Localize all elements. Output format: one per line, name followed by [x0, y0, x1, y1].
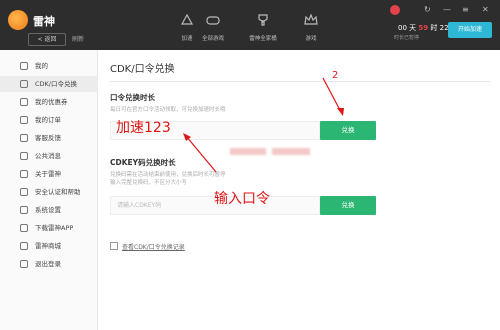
sidebar: 我的 CDK/口令兑换 我的优惠券 我的订单 客服反馈 公共消息 关于雷神 安全… [0, 50, 98, 330]
nav-label: 全部游戏 [201, 36, 224, 42]
order-icon [20, 116, 28, 124]
record-checkbox[interactable] [110, 242, 118, 250]
sidebar-item-support[interactable]: 客服反馈 [0, 130, 98, 146]
shop-icon [20, 242, 28, 250]
timer-days: 00 [398, 24, 407, 32]
sidebar-item-cdk[interactable]: CDK/口令兑换 [0, 76, 98, 92]
minimize-icon[interactable]: — [443, 5, 451, 14]
timer-status-label: 时长已暂停 [394, 35, 420, 41]
section-cdkey-desc-1: 兑换码需在活动结束前使用，兑换后时长可暂停 [110, 172, 226, 178]
headset-icon [20, 134, 28, 142]
refresh-icon[interactable]: ↻ [424, 5, 431, 14]
gamepad-icon [206, 16, 220, 25]
download-icon [20, 224, 28, 232]
sidebar-item-logout[interactable]: 退出登录 [0, 256, 98, 272]
app-logo-icon [8, 10, 28, 30]
sidebar-item-messages[interactable]: 公共消息 [0, 148, 98, 164]
redeem-history-link[interactable]: 查看CDK/口令兑换记录 [122, 242, 185, 251]
sidebar-item-orders[interactable]: 我的订单 [0, 112, 98, 128]
redeem-code-button[interactable]: 兑换 [320, 121, 376, 140]
menu-icon[interactable]: ≡ [462, 5, 469, 14]
section-cdkey-title: CDKEY码兑换时长 [110, 158, 176, 167]
redeem-cdkey-button[interactable]: 兑换 [320, 196, 376, 215]
section-code-title: 口令兑换时长 [110, 93, 155, 102]
ticket-icon [20, 80, 28, 88]
title-divider [110, 81, 490, 82]
gear-icon [20, 206, 28, 214]
shield-icon [20, 188, 28, 196]
sidebar-item-shop[interactable]: 雷神商城 [0, 238, 98, 254]
close-icon[interactable]: ✕ [482, 5, 489, 14]
app-name: 雷神 [33, 15, 55, 28]
timer-hours: 59 [418, 24, 429, 32]
start-accelerate-button[interactable]: 开始加速 [448, 22, 492, 38]
section-code-desc: 每日可在官方口令活动领取，可兑换加速时长哦 [110, 107, 226, 113]
sidebar-item-coupons[interactable]: 我的优惠券 [0, 94, 98, 110]
user-icon [20, 62, 28, 70]
nav-label: 游戏 [305, 36, 317, 42]
sidebar-item-about[interactable]: 关于雷神 [0, 166, 98, 182]
redacted-text [272, 148, 310, 155]
annotation-enter-code: 输入口令 [214, 191, 270, 207]
sidebar-item-my[interactable]: 我的 [0, 58, 98, 74]
avatar [390, 5, 400, 15]
sidebar-item-security[interactable]: 安全认证和帮助 [0, 184, 98, 200]
annotation-code: 加速123 [116, 120, 171, 136]
sidebar-item-settings[interactable]: 系统设置 [0, 202, 98, 218]
back-button[interactable]: < 返回 [28, 33, 66, 46]
nav-games[interactable]: 游戏 [288, 14, 334, 42]
coupon-icon [20, 98, 28, 106]
refresh-button[interactable]: 刷新 [72, 34, 84, 43]
top-bar: 雷神 < 返回 刷新 加速 全部游戏 雷神全家桶 游戏 00 天 59 时 22… [0, 0, 500, 50]
page-title: CDK/口令兑换 [110, 64, 175, 75]
nav-family[interactable]: 雷神全家桶 [240, 14, 286, 42]
message-icon [20, 152, 28, 160]
crown-icon [304, 14, 318, 25]
redacted-text [230, 148, 266, 155]
timer-status: 00 天 59 时 22 分 时长已暂停 [390, 4, 458, 41]
section-cdkey-desc-2: 输入完整兑换码，不区分大小写 [110, 180, 188, 186]
sidebar-item-download-app[interactable]: 下载雷神APP [0, 220, 98, 236]
logout-icon [20, 260, 28, 268]
nav-label: 雷神全家桶 [249, 36, 277, 42]
info-icon [20, 170, 28, 178]
annotation-step-number: 2 [332, 70, 339, 81]
main-panel: CDK/口令兑换 口令兑换时长 每日可在官方口令活动领取，可兑换加速时长哦 兑换… [98, 50, 500, 330]
nav-all-games[interactable]: 全部游戏 [190, 14, 236, 42]
trophy-icon [258, 14, 268, 26]
